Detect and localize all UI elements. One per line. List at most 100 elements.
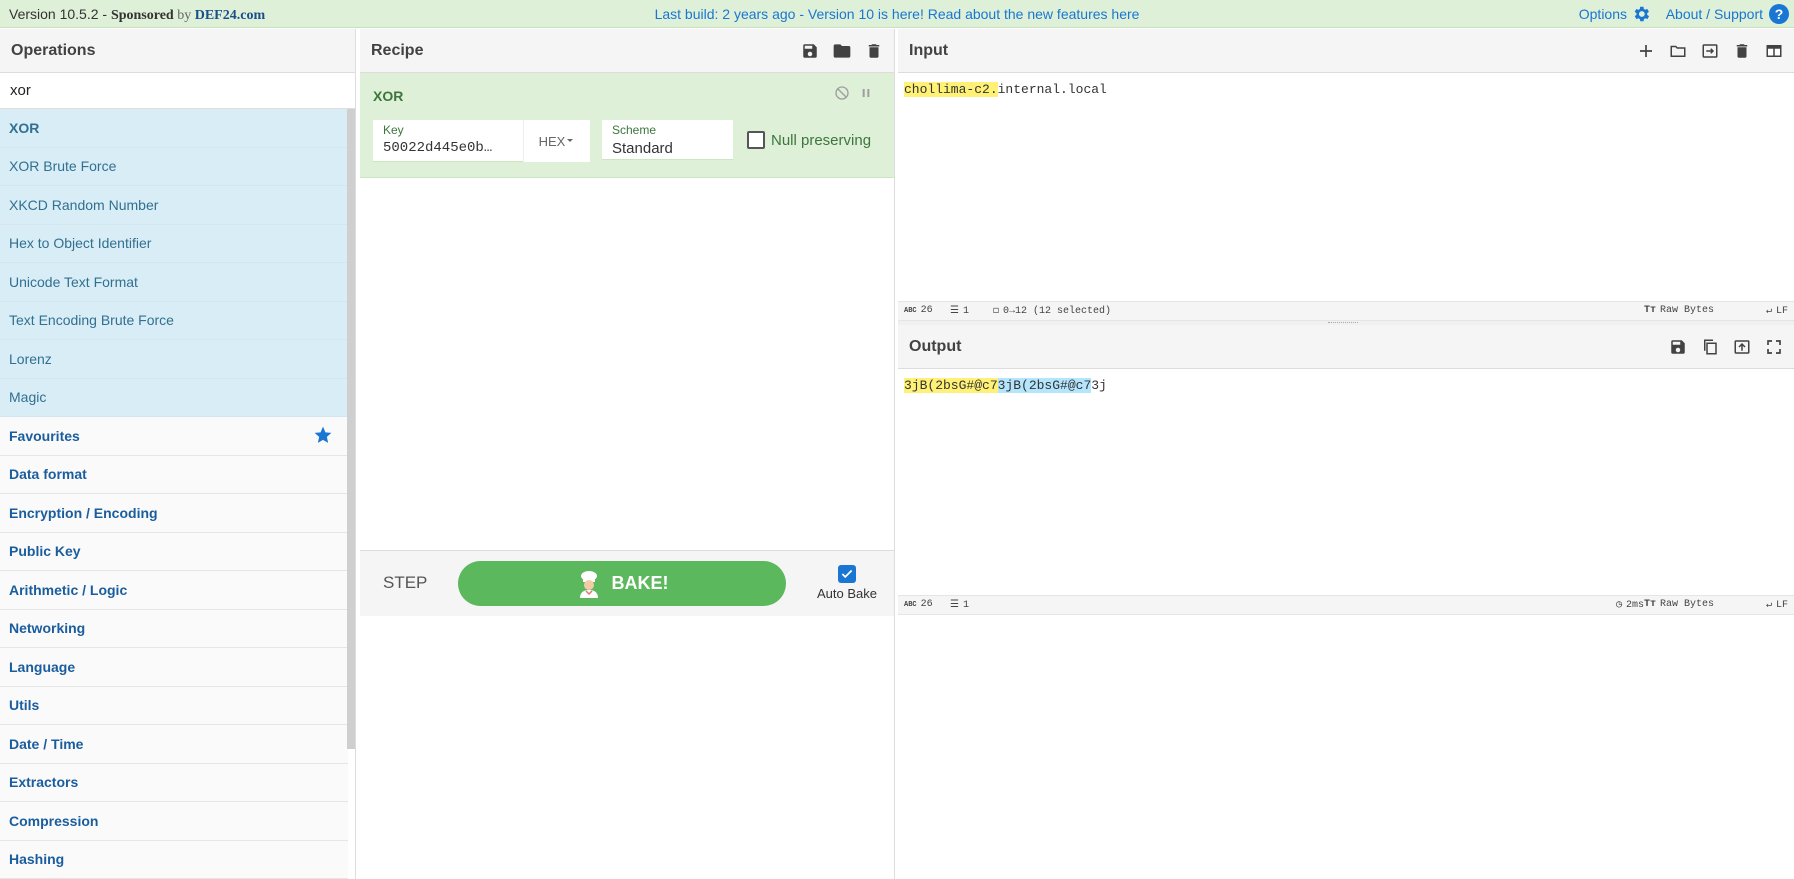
- recipe-op-xor[interactable]: XOR Key 50022d445e0b… HEX Scheme Standar…: [360, 73, 894, 178]
- version-info: Version 10.5.2 - Sponsored by DEF24.com: [9, 6, 265, 24]
- return-icon: ↵: [1765, 600, 1772, 611]
- disable-op-icon[interactable]: [834, 85, 850, 101]
- bake-time-value: 2ms: [1625, 599, 1644, 611]
- input-title: Input: [909, 41, 949, 59]
- op-result-xor-brute-force[interactable]: XOR Brute Force: [0, 147, 348, 186]
- gear-icon: [1634, 6, 1650, 22]
- clear-input-button[interactable]: [1732, 41, 1752, 61]
- output-length: ABC 26: [904, 599, 933, 610]
- op-result-text-encoding-brute-force[interactable]: Text Encoding Brute Force: [0, 301, 348, 340]
- recipe-op-title: XOR: [373, 88, 404, 104]
- build-notice-link[interactable]: Last build: 2 years ago - Version 10 is …: [655, 6, 1140, 22]
- category-hashing[interactable]: Hashing: [0, 840, 348, 879]
- category-compression[interactable]: Compression: [0, 802, 348, 841]
- category-public-key[interactable]: Public Key: [0, 532, 348, 571]
- input-length: ABC 26: [904, 305, 933, 316]
- output-highlight-2: 3jB(2bsG#@c7: [997, 378, 1092, 393]
- help-icon: ?: [1769, 4, 1789, 24]
- sponsored-by: by: [173, 8, 195, 23]
- io-panel: Input chollima-c2.internal.local ABC 26 …: [898, 29, 1794, 879]
- copy-icon: [1704, 339, 1717, 355]
- save-output-button[interactable]: [1668, 337, 1688, 357]
- input-lines-value: 1: [962, 305, 969, 317]
- op-result-unicode-text-format[interactable]: Unicode Text Format: [0, 263, 348, 302]
- version-text: Version 10.5.2 -: [9, 6, 111, 22]
- folder-icon: [833, 44, 851, 58]
- step-button[interactable]: STEP: [383, 573, 427, 593]
- key-input[interactable]: Key 50022d445e0b…: [373, 120, 523, 162]
- key-label: Key: [383, 123, 404, 137]
- save-recipe-button[interactable]: [800, 41, 820, 61]
- op-result-lorenz[interactable]: Lorenz: [0, 340, 348, 379]
- input-selected-text: chollima-c2.: [904, 82, 998, 97]
- input-length-value: 26: [920, 305, 933, 316]
- lines-icon: ☰: [950, 306, 959, 317]
- null-preserving-checkbox[interactable]: Null preserving: [747, 131, 871, 149]
- category-language[interactable]: Language: [0, 648, 348, 687]
- output-encoding-value: Raw Bytes: [1659, 599, 1714, 610]
- category-encryption-encoding[interactable]: Encryption / Encoding: [0, 494, 348, 533]
- input-textarea[interactable]: chollima-c2.internal.local: [904, 82, 1107, 97]
- reset-layout-button[interactable]: [1764, 41, 1784, 61]
- operations-header: Operations: [0, 29, 355, 73]
- input-file-icon: [1702, 44, 1718, 58]
- output-length-value: 26: [920, 599, 933, 610]
- category-data-format[interactable]: Data format: [0, 455, 348, 494]
- category-favourites[interactable]: Favourites: [0, 417, 348, 456]
- auto-bake-checkbox[interactable]: Auto Bake: [812, 565, 882, 601]
- breakpoint-icon[interactable]: [858, 85, 874, 101]
- category-arithmetic-logic[interactable]: Arithmetic / Logic: [0, 571, 348, 610]
- key-format-dropdown[interactable]: HEX: [523, 120, 590, 162]
- category-date-time[interactable]: Date / Time: [0, 725, 348, 764]
- options-button[interactable]: Options: [1579, 4, 1651, 24]
- operations-panel: Operations xor XOR XOR Brute Force XKCD …: [0, 29, 356, 879]
- output-status-bar: ABC 26 ☰ 1 ◷ 2ms Tт Raw Bytes ↵ LF: [898, 595, 1794, 615]
- output-highlight-1: 3jB(2bsG#@c7: [904, 378, 998, 393]
- output-header: Output: [898, 325, 1794, 369]
- input-encoding-value: Raw Bytes: [1659, 305, 1714, 316]
- open-folder-button[interactable]: [1668, 41, 1688, 61]
- text-encoding-icon: Tт: [1643, 599, 1656, 610]
- op-result-hex-to-object-identifier[interactable]: Hex to Object Identifier: [0, 224, 348, 263]
- bake-button[interactable]: BAKE!: [458, 561, 786, 606]
- input-selection-value: 0→12 (12 selected): [1003, 305, 1112, 317]
- key-format-label: HEX: [538, 133, 566, 149]
- output-lines: ☰ 1: [950, 599, 969, 612]
- star-icon: [314, 426, 332, 443]
- text-encoding-icon: Tт: [1643, 305, 1656, 316]
- about-support-button[interactable]: About / Support ?: [1666, 4, 1789, 24]
- caret-down-icon: [567, 139, 574, 142]
- op-result-xor[interactable]: XOR: [0, 109, 348, 148]
- trash-icon: [1736, 44, 1748, 58]
- operations-scrollbar[interactable]: [347, 109, 355, 749]
- clear-recipe-button[interactable]: [864, 41, 884, 61]
- input-status-bar: ABC 26 ☰ 1 ◻ 0→12 (12 selected) Tт Raw Bytes…: [898, 301, 1794, 321]
- save-icon: [1671, 340, 1685, 354]
- output-textarea[interactable]: 3jB(2bsG#@c73jB(2bsG#@c73j: [904, 378, 1107, 393]
- maximise-output-button[interactable]: [1764, 337, 1784, 357]
- checkbox-box: [747, 131, 765, 149]
- op-result-xkcd-random-number[interactable]: XKCD Random Number: [0, 186, 348, 225]
- input-encoding-button[interactable]: Tт Raw Bytes: [1644, 305, 1714, 316]
- operations-search-input[interactable]: xor: [0, 73, 355, 109]
- copy-output-button[interactable]: [1700, 337, 1720, 357]
- plus-icon: [1640, 45, 1652, 57]
- add-input-tab-button[interactable]: [1636, 41, 1656, 61]
- replace-input-button[interactable]: [1732, 337, 1752, 357]
- category-extractors[interactable]: Extractors: [0, 763, 348, 802]
- scheme-select[interactable]: Scheme Standard: [602, 120, 733, 160]
- load-recipe-button[interactable]: [832, 41, 852, 61]
- open-file-button[interactable]: [1700, 41, 1720, 61]
- category-label: Favourites: [9, 427, 80, 444]
- trash-icon: [868, 44, 880, 58]
- input-eol-button[interactable]: ↵ LF: [1766, 305, 1788, 318]
- output-eol-button[interactable]: ↵ LF: [1765, 599, 1788, 612]
- category-utils[interactable]: Utils: [0, 686, 348, 725]
- category-networking[interactable]: Networking: [0, 609, 348, 648]
- about-label: About / Support: [1665, 6, 1763, 22]
- sponsor-link[interactable]: DEF24.com: [195, 8, 265, 23]
- output-encoding-button[interactable]: Tт Raw Bytes: [1644, 599, 1714, 610]
- abc-icon: ABC: [904, 306, 917, 315]
- op-result-magic[interactable]: Magic: [0, 378, 348, 417]
- output-text: 3j: [1091, 378, 1107, 393]
